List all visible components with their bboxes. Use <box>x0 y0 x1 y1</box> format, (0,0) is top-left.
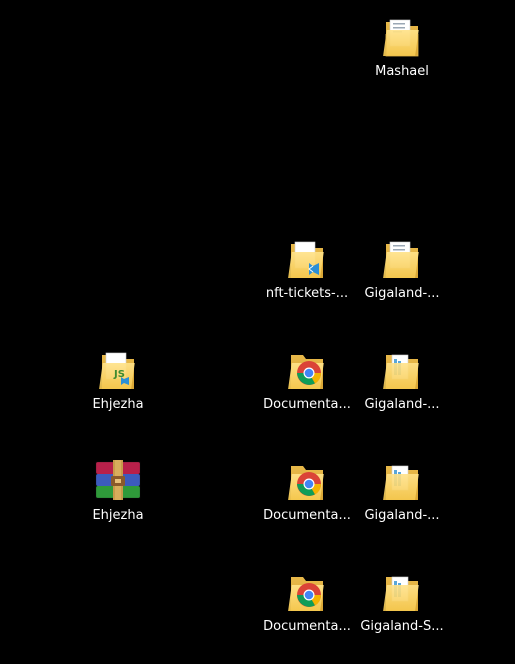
icon-label: Gigaland-... <box>364 508 440 523</box>
desktop-icon-documentation-2[interactable]: Documenta... <box>259 458 355 554</box>
folder-icon <box>383 19 419 57</box>
icon-label: Documenta... <box>263 619 351 634</box>
desktop-icon-gigaland-s[interactable]: Gigaland-S... <box>354 569 450 664</box>
icon-label: nft-tickets-... <box>265 286 349 301</box>
icon-label: Gigaland-... <box>364 397 440 412</box>
icon-label: Ehjezha <box>92 397 144 412</box>
chrome-folder-icon <box>288 466 324 500</box>
icon-label: Mashael <box>375 64 429 79</box>
chrome-folder-icon <box>288 355 324 389</box>
desktop-icon-ehjezha-folder[interactable]: JS Ehjezha <box>70 347 166 443</box>
desktop-icon-documentation-3[interactable]: Documenta... <box>259 569 355 664</box>
folder-js-icon: JS <box>99 352 135 389</box>
svg-text:JS: JS <box>113 369 125 380</box>
desktop-icon-mashael[interactable]: Mashael <box>354 14 450 110</box>
chrome-folder-icon <box>288 577 324 611</box>
folder-files-icon <box>383 354 419 389</box>
icon-label: Documenta... <box>263 397 351 412</box>
folder-vscode-icon <box>288 241 324 278</box>
icon-label: Gigaland-S... <box>360 619 444 634</box>
desktop-icon-ehjezha-archive[interactable]: Ehjezha <box>70 458 166 554</box>
desktop-icon-gigaland-3[interactable]: Gigaland-... <box>354 458 450 554</box>
desktop-icon-gigaland-1[interactable]: Gigaland-... <box>354 236 450 332</box>
desktop: Mashael nft-tickets-... Gigaland-... JS <box>0 0 515 664</box>
folder-files-icon <box>383 576 419 611</box>
desktop-icon-nft-tickets[interactable]: nft-tickets-... <box>259 236 355 332</box>
desktop-icon-documentation-1[interactable]: Documenta... <box>259 347 355 443</box>
icon-label: Documenta... <box>263 508 351 523</box>
winrar-archive-icon <box>95 460 141 500</box>
icon-label: Ehjezha <box>92 508 144 523</box>
icon-label: Gigaland-... <box>364 286 440 301</box>
folder-files-icon <box>383 465 419 500</box>
folder-icon <box>383 241 419 278</box>
desktop-icon-gigaland-2[interactable]: Gigaland-... <box>354 347 450 443</box>
